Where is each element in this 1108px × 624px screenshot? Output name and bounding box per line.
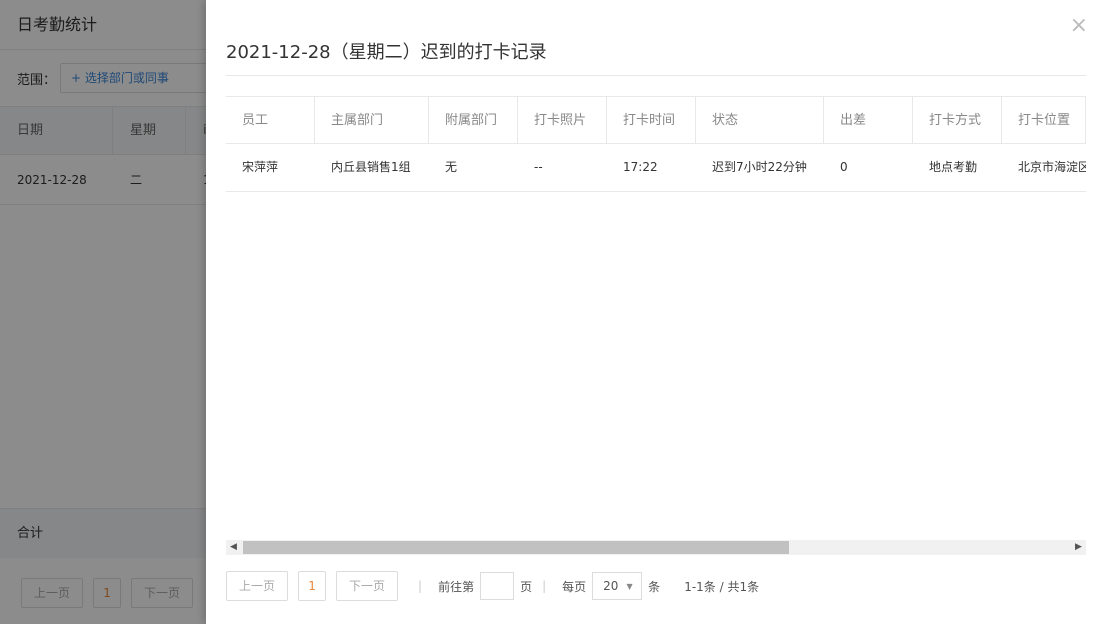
col-method: 打卡方式 [913,97,1002,143]
table-header: 员工 主属部门 附属部门 打卡照片 打卡时间 状态 出差 打卡方式 打卡位置 [226,96,1086,144]
col-photo: 打卡照片 [518,97,607,143]
cell-method: 地点考勤 [929,160,978,174]
per-page-select[interactable]: 20 ▼ [592,572,643,600]
pager-separator: | [418,579,423,593]
records-table: 员工 主属部门 附属部门 打卡照片 打卡时间 状态 出差 打卡方式 打卡位置 宋… [226,96,1086,540]
scroll-right-icon[interactable]: ▶ [1071,540,1086,555]
per-page-label: 每页 [562,579,587,594]
goto-page-input[interactable] [480,572,515,600]
cell-main-dept: 内丘县销售1组 [331,160,411,174]
cell-time: 17:22 [623,160,658,174]
col-status: 状态 [696,97,824,143]
prev-page-button[interactable]: 上一页 [226,571,289,601]
drawer-pager: 上一页 1 下一页 | 前往第 页 | 每页 20 ▼ 条 1-1条 / 共1条 [226,571,759,601]
cell-status: 迟到7小时22分钟 [712,160,807,174]
caret-down-icon: ▼ [626,581,633,591]
close-icon[interactable]: × [1070,14,1088,38]
col-trip: 出差 [824,97,913,143]
late-records-drawer: × 2021-12-28（星期二）迟到的打卡记录 员工 主属部门 附属部门 打卡… [206,0,1108,624]
col-location: 打卡位置 [1002,97,1086,143]
col-sub-dept: 附属部门 [429,97,518,143]
scroll-left-icon[interactable]: ◀ [226,540,241,555]
cell-employee: 宋萍萍 [242,160,279,174]
pager-separator-2: | [542,579,547,593]
scrollbar-thumb[interactable] [243,541,789,554]
cell-location: 北京市海淀区 [1018,160,1086,174]
cell-trip: 0 [840,160,848,174]
col-time: 打卡时间 [607,97,696,143]
cell-sub-dept: 无 [445,160,458,174]
col-main-dept: 主属部门 [315,97,429,143]
per-page-unit: 条 [648,579,661,594]
horizontal-scrollbar[interactable]: ◀ ▶ [226,540,1086,555]
title-divider [226,75,1086,76]
per-page-value: 20 [603,579,619,593]
goto-label: 前往第 [438,579,475,594]
drawer-title: 2021-12-28（星期二）迟到的打卡记录 [226,42,547,63]
pager-summary: 1-1条 / 共1条 [684,579,760,594]
cell-photo: -- [534,160,543,174]
page-number[interactable]: 1 [298,571,327,601]
goto-suffix: 页 [520,579,533,594]
next-page-button[interactable]: 下一页 [336,571,399,601]
table-row: 宋萍萍 内丘县销售1组 无 -- 17:22 迟到7小时22分钟 0 地点考勤 … [226,144,1086,192]
col-employee: 员工 [226,97,315,143]
